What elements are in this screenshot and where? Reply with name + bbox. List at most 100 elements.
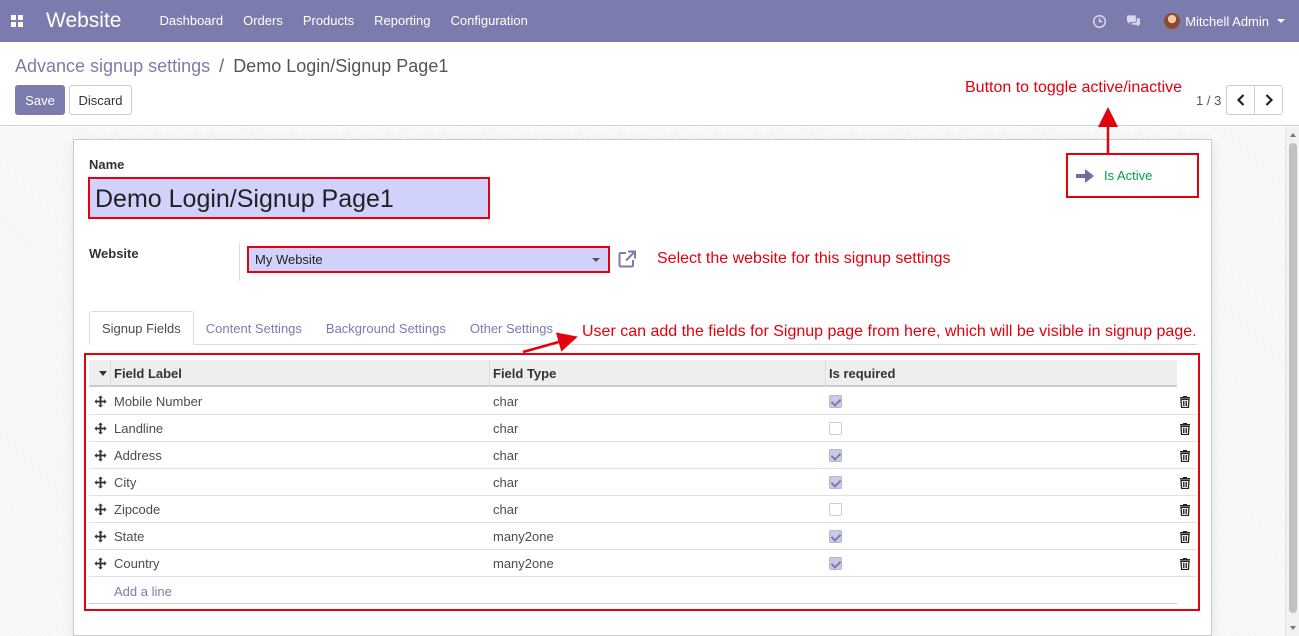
top-navbar: Website Dashboard Orders Products Report… xyxy=(0,0,1299,42)
is-required-checkbox[interactable] xyxy=(829,422,842,435)
chevron-down-icon xyxy=(592,258,600,262)
chevron-down-icon xyxy=(1277,19,1285,23)
main-menu: Dashboard Orders Products Reporting Conf… xyxy=(149,0,537,42)
table-row[interactable]: Zipcode char xyxy=(89,496,1197,523)
clock-icon[interactable] xyxy=(1082,0,1116,42)
table-row[interactable]: Landline char xyxy=(89,415,1197,442)
app-brand[interactable]: Website xyxy=(46,9,121,33)
move-handle-icon[interactable] xyxy=(94,503,107,516)
field-label-cell[interactable]: Zipcode xyxy=(114,496,160,523)
scroll-down-icon[interactable] xyxy=(1290,626,1296,630)
field-label-cell[interactable]: Mobile Number xyxy=(114,388,202,415)
save-button[interactable]: Save xyxy=(15,85,65,115)
field-label-cell[interactable]: Address xyxy=(114,442,162,469)
chat-icon[interactable] xyxy=(1116,0,1150,42)
external-link-icon[interactable] xyxy=(617,249,637,269)
breadcrumb-parent-link[interactable]: Advance signup settings xyxy=(15,56,210,76)
column-separator xyxy=(489,360,490,387)
column-separator xyxy=(110,360,111,387)
field-label-cell[interactable]: City xyxy=(114,469,136,496)
trash-icon[interactable] xyxy=(1179,395,1191,408)
scroll-thumb[interactable] xyxy=(1289,143,1297,613)
breadcrumb-separator: / xyxy=(219,56,225,76)
is-active-toggle-button[interactable]: Is Active xyxy=(1066,153,1199,198)
chevron-left-icon xyxy=(1236,94,1244,106)
name-input[interactable]: Demo Login/Signup Page1 xyxy=(88,177,490,219)
trash-icon[interactable] xyxy=(1179,422,1191,435)
table-row[interactable]: Country many2one xyxy=(89,550,1197,577)
annotation-fields: User can add the fields for Signup page … xyxy=(582,323,1197,340)
website-label: Website xyxy=(89,246,139,261)
tab-content-settings[interactable]: Content Settings xyxy=(194,311,314,345)
annotation-toggle: Button to toggle active/inactive xyxy=(965,79,1183,96)
breadcrumb-current: Demo Login/Signup Page1 xyxy=(233,56,449,76)
field-type-cell[interactable]: many2one xyxy=(493,523,554,550)
trash-icon[interactable] xyxy=(1179,503,1191,516)
field-type-cell[interactable]: char xyxy=(493,415,518,442)
scroll-up-icon[interactable] xyxy=(1290,133,1296,137)
is-active-label: Is Active xyxy=(1104,168,1153,183)
pager-value: 1 / 3 xyxy=(1196,93,1222,108)
avatar xyxy=(1164,13,1181,29)
column-field-label[interactable]: Field Label xyxy=(114,360,182,387)
menu-item-reporting[interactable]: Reporting xyxy=(364,0,440,42)
trash-icon[interactable] xyxy=(1179,530,1191,543)
menu-item-orders[interactable]: Orders xyxy=(233,0,293,42)
apps-icon[interactable] xyxy=(2,0,32,42)
tab-signup-fields[interactable]: Signup Fields xyxy=(89,311,194,345)
user-menu[interactable]: Mitchell Admin xyxy=(1164,13,1285,29)
field-type-cell[interactable]: char xyxy=(493,496,518,523)
name-label: Name xyxy=(89,157,125,172)
is-required-checkbox[interactable] xyxy=(829,449,842,462)
navbar-systray: Mitchell Admin xyxy=(1082,0,1299,42)
trash-icon[interactable] xyxy=(1179,449,1191,462)
tab-background-settings[interactable]: Background Settings xyxy=(314,311,458,345)
tab-other-settings[interactable]: Other Settings xyxy=(458,311,565,345)
add-a-line-link[interactable]: Add a line xyxy=(114,584,172,599)
is-required-checkbox[interactable] xyxy=(829,530,842,543)
table-row[interactable]: City char xyxy=(89,469,1197,496)
breadcrumb: Advance signup settings / Demo Login/Sig… xyxy=(15,56,448,77)
trash-icon[interactable] xyxy=(1179,557,1191,570)
sort-caret-icon[interactable] xyxy=(99,371,107,376)
website-select[interactable]: My Website xyxy=(247,246,610,273)
website-divider xyxy=(239,243,240,281)
move-handle-icon[interactable] xyxy=(94,476,107,489)
field-type-cell[interactable]: char xyxy=(493,442,518,469)
field-label-cell[interactable]: Country xyxy=(114,550,160,577)
pager-previous-button[interactable] xyxy=(1226,85,1255,115)
field-type-cell[interactable]: char xyxy=(493,469,518,496)
is-required-checkbox[interactable] xyxy=(829,557,842,570)
move-handle-icon[interactable] xyxy=(94,557,107,570)
column-is-required[interactable]: Is required xyxy=(829,360,895,387)
table-row[interactable]: State many2one xyxy=(89,523,1197,550)
table-row[interactable]: Address char xyxy=(89,442,1197,469)
move-handle-icon[interactable] xyxy=(94,449,107,462)
menu-item-dashboard[interactable]: Dashboard xyxy=(149,0,233,42)
notebook-tabs: Signup Fields Content Settings Backgroun… xyxy=(89,311,565,345)
pager-next-button[interactable] xyxy=(1254,85,1283,115)
trash-icon[interactable] xyxy=(1179,476,1191,489)
menu-item-products[interactable]: Products xyxy=(293,0,364,42)
field-label-cell[interactable]: Landline xyxy=(114,415,163,442)
is-required-checkbox[interactable] xyxy=(829,395,842,408)
menu-item-configuration[interactable]: Configuration xyxy=(441,0,538,42)
column-field-type[interactable]: Field Type xyxy=(493,360,556,387)
field-label-cell[interactable]: State xyxy=(114,523,144,550)
table-row[interactable]: Mobile Number char xyxy=(89,388,1197,415)
vertical-scrollbar[interactable] xyxy=(1285,127,1299,636)
chevron-right-icon xyxy=(1265,94,1273,106)
website-select-value: My Website xyxy=(255,252,323,267)
move-handle-icon[interactable] xyxy=(94,422,107,435)
arrow-right-icon xyxy=(1076,168,1094,183)
field-type-cell[interactable]: char xyxy=(493,388,518,415)
move-handle-icon[interactable] xyxy=(94,395,107,408)
is-required-checkbox[interactable] xyxy=(829,476,842,489)
move-handle-icon[interactable] xyxy=(94,530,107,543)
field-type-cell[interactable]: many2one xyxy=(493,550,554,577)
annotation-website: Select the website for this signup setti… xyxy=(657,250,951,267)
is-required-checkbox[interactable] xyxy=(829,503,842,516)
user-name: Mitchell Admin xyxy=(1185,13,1269,29)
table-header: Field Label Field Type Is required xyxy=(89,360,1177,387)
discard-button[interactable]: Discard xyxy=(69,85,132,115)
